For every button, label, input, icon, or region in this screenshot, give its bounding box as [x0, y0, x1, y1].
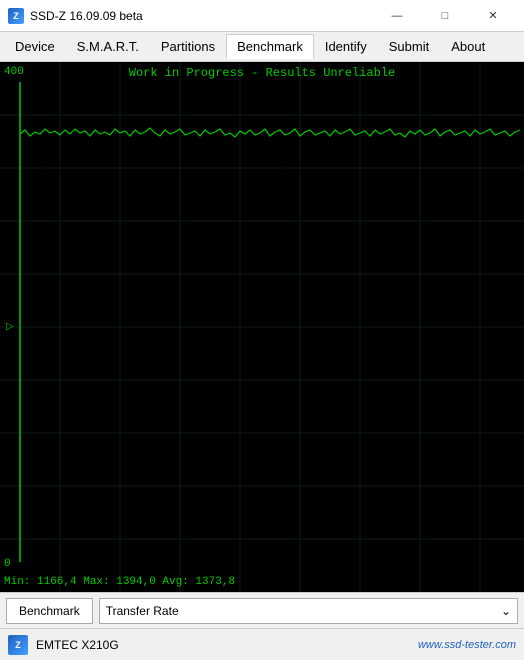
transfer-rate-dropdown[interactable]: Transfer Rate ⌄	[99, 598, 518, 624]
benchmark-button[interactable]: Benchmark	[6, 598, 93, 624]
chart-arrow-indicator: ▷	[6, 321, 14, 333]
title-bar-left: Z SSD-Z 16.09.09 beta	[8, 8, 143, 24]
maximize-button[interactable]: □	[422, 4, 468, 28]
chart-area: 400 0 Work in Progress - Results Unrelia…	[0, 62, 524, 592]
app-icon: Z	[8, 8, 24, 24]
status-device-name: EMTEC X210G	[36, 638, 410, 652]
menu-item-smart[interactable]: S.M.A.R.T.	[66, 34, 150, 59]
menu-item-device[interactable]: Device	[4, 34, 66, 59]
watermark-text: www.ssd-tester.com	[418, 639, 516, 651]
y-axis-max-label: 400	[4, 66, 24, 78]
window-controls: — □ ✕	[374, 4, 516, 28]
menu-item-benchmark[interactable]: Benchmark	[226, 34, 314, 59]
title-bar: Z SSD-Z 16.09.09 beta — □ ✕	[0, 0, 524, 32]
dropdown-value: Transfer Rate	[106, 604, 179, 618]
status-app-icon: Z	[8, 635, 28, 655]
close-button[interactable]: ✕	[470, 4, 516, 28]
bottom-controls: Benchmark Transfer Rate ⌄	[0, 592, 524, 628]
menu-item-submit[interactable]: Submit	[378, 34, 440, 59]
menu-bar: Device S.M.A.R.T. Partitions Benchmark I…	[0, 32, 524, 62]
benchmark-chart	[0, 62, 524, 592]
app-icon-text: Z	[13, 11, 19, 21]
menu-item-identify[interactable]: Identify	[314, 34, 378, 59]
status-icon-text: Z	[15, 640, 21, 650]
dropdown-arrow-icon: ⌄	[501, 604, 511, 618]
chart-title: Work in Progress - Results Unreliable	[129, 66, 395, 80]
chart-stats: Min: 1166,4 Max: 1394,0 Avg: 1373,8	[4, 576, 235, 588]
menu-item-about[interactable]: About	[440, 34, 496, 59]
y-axis-min-label: 0	[4, 558, 11, 570]
status-bar: Z EMTEC X210G www.ssd-tester.com	[0, 628, 524, 660]
window-title: SSD-Z 16.09.09 beta	[30, 9, 143, 23]
minimize-button[interactable]: —	[374, 4, 420, 28]
menu-item-partitions[interactable]: Partitions	[150, 34, 226, 59]
